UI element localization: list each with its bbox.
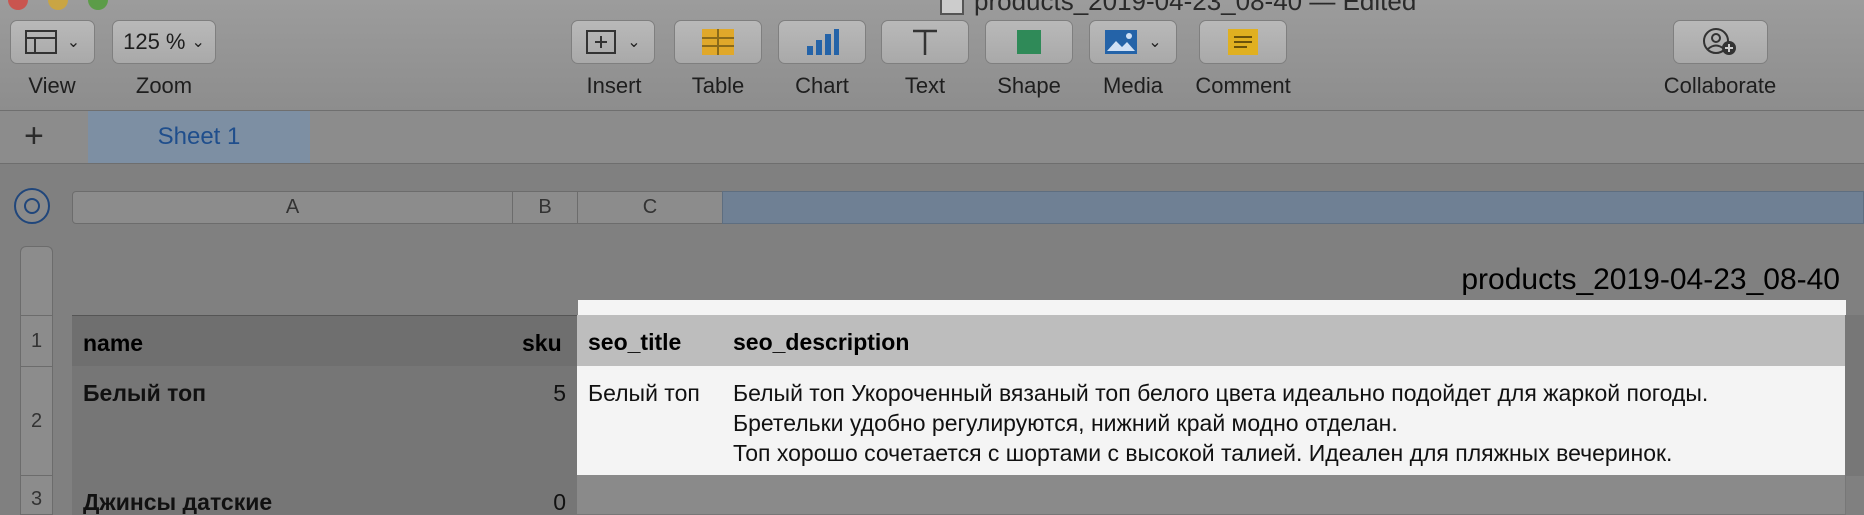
table-button[interactable] [674, 20, 762, 64]
comment-button[interactable] [1199, 20, 1287, 64]
zoom-label: Zoom [135, 73, 193, 98]
header-cell-seo-title[interactable]: seo_title [577, 315, 723, 367]
chart-icon [807, 29, 839, 55]
chevron-down-icon: ⌄ [66, 34, 81, 51]
column-header-b[interactable]: B [512, 191, 578, 224]
comment-label: Comment [1195, 73, 1291, 98]
add-person-icon [1702, 28, 1736, 55]
window-title-text: products_2019-04-23_08-40 — Edited [974, 0, 1417, 16]
row-1-label: 1 [30, 329, 43, 352]
cell-seo-description-row-3[interactable] [722, 475, 1846, 515]
tab-sheet-1-label: Sheet 1 [157, 123, 241, 150]
minimize-window-button[interactable] [48, 0, 68, 10]
view-label: View [28, 73, 76, 98]
row-header-1[interactable]: 1 [20, 315, 53, 367]
chevron-down-icon: ⌄ [627, 34, 641, 51]
add-sheet-button[interactable]: + [24, 119, 44, 153]
media-label: Media [1103, 73, 1163, 98]
chevron-down-icon: ⌄ [1148, 34, 1162, 51]
header-cell-sku[interactable]: sku [512, 315, 578, 367]
document-icon [940, 0, 964, 16]
select-all-button[interactable] [14, 188, 50, 224]
shape-label: Shape [997, 73, 1061, 98]
column-a-label: A [285, 196, 300, 218]
text-icon [913, 29, 937, 55]
shape-icon [1017, 30, 1041, 54]
toolbar: products_2019-04-23_08-40 — Edited ⌄ Vie… [0, 0, 1864, 111]
text-button[interactable] [881, 20, 969, 64]
column-header-d-selected[interactable] [722, 191, 1864, 224]
table-label: Table [691, 73, 745, 98]
view-button[interactable]: ⌄ [10, 20, 95, 64]
column-b-label: B [538, 196, 552, 218]
cell-sku-row-2[interactable]: 5 [512, 366, 578, 476]
cell-seo-title-row-3[interactable] [577, 475, 723, 515]
collaborate-label: Collaborate [1663, 73, 1777, 98]
row-header-3[interactable]: 3 [20, 475, 53, 515]
media-button[interactable]: ⌄ [1089, 20, 1177, 64]
collaborate-button[interactable] [1673, 20, 1768, 64]
header-cell-name[interactable]: name [72, 315, 513, 367]
row-header-spacer [20, 246, 53, 316]
sidebar-layout-icon [24, 30, 57, 54]
tab-sheet-1[interactable]: Sheet 1 [88, 111, 310, 163]
shape-button[interactable] [985, 20, 1073, 64]
insert-label: Insert [586, 73, 642, 98]
row-header-2[interactable]: 2 [20, 366, 53, 476]
table-right-edge [1846, 315, 1864, 476]
seo-description-line-2: Бретельки удобно регулируются, нижний кр… [733, 410, 1398, 436]
window-title: products_2019-04-23_08-40 — Edited [940, 0, 1416, 17]
insert-icon [586, 30, 617, 54]
close-window-button[interactable] [8, 0, 28, 10]
seo-description-line-3: Топ хорошо сочетается с шортами с высоко… [733, 440, 1673, 466]
text-label: Text [904, 73, 946, 98]
table-title[interactable]: products_2019-04-23_08-40 [1461, 263, 1840, 297]
column-header-c[interactable]: C [577, 191, 723, 224]
zoom-value: 125 % [123, 29, 186, 54]
chart-label: Chart [795, 73, 849, 98]
zoom-window-button[interactable] [88, 0, 108, 10]
cell-seo-description-row-2[interactable]: Белый топ Укороченный вязаный топ белого… [722, 366, 1846, 476]
cell-sku-row-3[interactable]: 0 [512, 475, 578, 515]
title-highlight [578, 300, 1846, 316]
cell-name-row-3[interactable]: Джинсы датские [72, 475, 513, 515]
zoom-select[interactable]: 125 % ⌄ [112, 20, 216, 64]
chart-button[interactable] [778, 20, 866, 64]
media-icon [1105, 30, 1138, 54]
sheet-tab-bar: + Sheet 1 [0, 111, 1864, 164]
cell-name-row-2[interactable]: Белый топ [72, 366, 513, 476]
table-icon [702, 29, 734, 55]
column-c-label: C [642, 196, 658, 218]
column-header-a[interactable]: A [72, 191, 513, 224]
row-2-label: 2 [30, 409, 43, 432]
chevron-down-icon: ⌄ [191, 34, 205, 51]
header-cell-seo-description[interactable]: seo_description [722, 315, 1846, 367]
insert-button[interactable]: ⌄ [571, 20, 655, 64]
cell-seo-title-row-2[interactable]: Белый топ [577, 366, 723, 476]
seo-description-line-1: Белый топ Укороченный вязаный топ белого… [733, 380, 1709, 406]
comment-icon [1228, 29, 1258, 55]
